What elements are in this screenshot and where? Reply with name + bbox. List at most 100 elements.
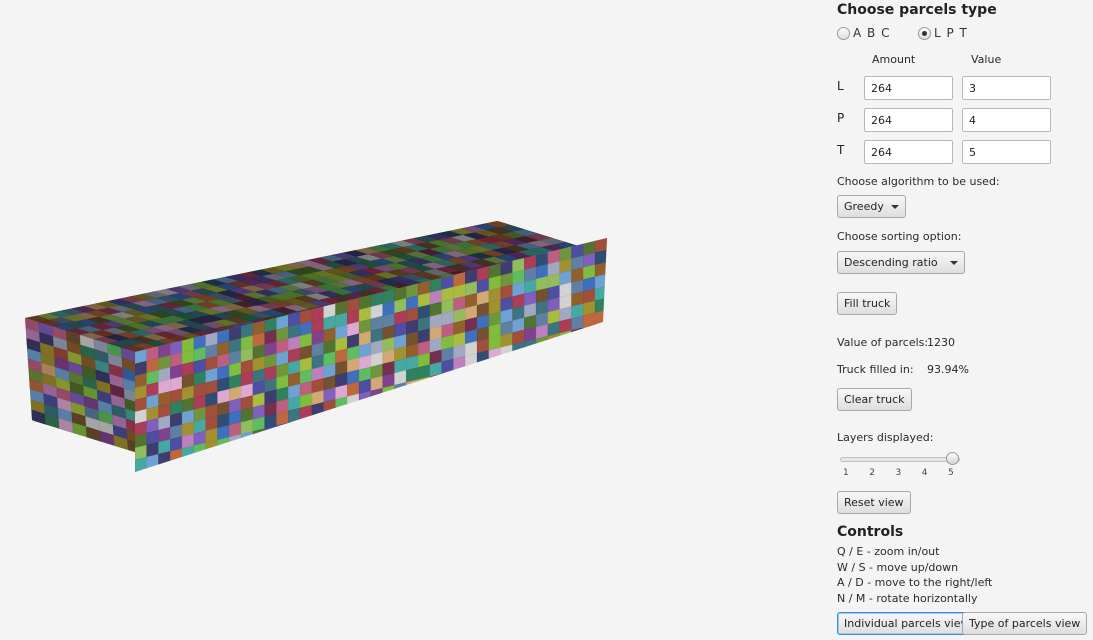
front-parcel-cell <box>441 370 454 387</box>
layers-tick-label: 4 <box>921 468 928 478</box>
front-parcel-cell <box>583 312 596 329</box>
truck-3d-view[interactable] <box>0 0 826 640</box>
front-parcel-cell <box>252 428 266 444</box>
control-zoom: Q / E - zoom in/out <box>837 545 940 558</box>
radio-abc[interactable]: A B C <box>837 26 890 40</box>
layers-slider-thumb[interactable] <box>946 452 959 465</box>
radio-abc-label: A B C <box>853 26 891 40</box>
front-parcel-cell <box>276 422 289 439</box>
type-of-parcels-view-button[interactable]: Type of parcels view <box>962 612 1088 635</box>
amount-header: Amount <box>872 53 916 66</box>
front-parcel-cell <box>382 396 395 413</box>
clear-truck-button[interactable]: Clear truck <box>837 388 912 411</box>
radio-lpt-label: L P T <box>934 26 968 40</box>
algorithm-label: Choose algorithm to be used: <box>837 175 1000 188</box>
3d-viewport[interactable] <box>0 0 826 640</box>
control-rotate: N / M - rotate horizontally <box>837 591 978 605</box>
front-parcel-cell <box>583 324 596 341</box>
value-field-l[interactable] <box>962 76 1051 100</box>
front-parcel-cell <box>429 385 443 402</box>
front-parcel-cell <box>417 388 431 404</box>
front-parcel-cell <box>559 342 572 358</box>
front-parcel-cell <box>229 433 242 450</box>
row-label-t: T <box>837 143 845 157</box>
amount-field-p[interactable] <box>864 108 953 132</box>
reset-view-button[interactable]: Reset view <box>837 491 911 514</box>
individual-parcels-view-button[interactable]: Individual parcels view <box>837 612 977 635</box>
front-parcel-cell <box>205 439 218 456</box>
amount-field-t[interactable] <box>864 140 953 164</box>
front-parcel-cell <box>417 376 431 392</box>
front-parcel-cell <box>559 354 572 370</box>
front-parcel-cell <box>535 347 549 364</box>
front-parcel-cell <box>547 357 561 373</box>
front-parcel-cell <box>193 442 207 459</box>
front-parcel-cell <box>406 379 419 395</box>
front-parcel-cell <box>559 330 572 346</box>
front-parcel-cell <box>347 405 360 422</box>
front-parcel-cell <box>512 341 525 358</box>
front-parcel-cell <box>441 358 454 375</box>
fill-truck-button[interactable]: Fill truck <box>837 292 898 315</box>
front-parcel-cell <box>240 431 254 447</box>
front-parcel-cell <box>264 425 277 441</box>
front-parcel-cell <box>299 404 313 421</box>
sorting-dropdown[interactable]: Descending ratio <box>837 251 965 274</box>
front-parcel-cell <box>181 445 195 461</box>
layers-slider-track <box>840 457 960 462</box>
controls-list: Q / E - zoom in/out W / S - move up/down… <box>837 544 992 606</box>
layers-tick-label: 1 <box>843 468 849 478</box>
front-parcel-cell <box>476 374 490 390</box>
front-parcel-cell <box>500 344 513 360</box>
row-label-l: L <box>837 79 844 93</box>
front-parcel-cell <box>571 327 584 343</box>
front-parcel-cell <box>323 411 336 427</box>
front-parcel-cell <box>500 368 513 384</box>
front-parcel-cell <box>311 402 325 418</box>
front-parcel-cell <box>476 350 490 366</box>
front-parcel-cell <box>547 333 561 349</box>
control-move-leftright: A / D - move to the right/left <box>837 576 993 589</box>
front-parcel-cell <box>347 393 360 410</box>
value-field-p[interactable] <box>962 108 1051 132</box>
parcels-type-title: Choose parcels type <box>837 2 997 18</box>
front-parcel-cell <box>465 364 478 381</box>
front-parcel-cell <box>288 419 301 436</box>
truck-filled-label: Truck filled in: <box>837 363 914 376</box>
front-parcel-cell <box>370 387 384 404</box>
front-parcel-cell <box>535 359 549 376</box>
front-parcel-cell <box>323 399 336 415</box>
front-parcel-cell <box>512 353 525 370</box>
sorting-label: Choose sorting option: <box>837 230 962 243</box>
front-parcel-cell <box>535 335 549 352</box>
front-parcel-cell <box>406 391 419 407</box>
layers-label: Layers displayed: <box>837 431 934 444</box>
algorithm-dropdown[interactable]: Greedy <box>837 195 906 218</box>
front-parcel-cell <box>465 376 478 393</box>
front-parcel-cell <box>488 347 502 363</box>
value-field-t[interactable] <box>962 140 1051 164</box>
front-parcel-cell <box>524 338 537 355</box>
front-parcel-cell <box>594 297 607 314</box>
amount-field-l[interactable] <box>864 76 953 100</box>
radio-lpt[interactable]: L P T <box>918 26 968 40</box>
radio-lpt-indicator[interactable] <box>918 26 931 40</box>
chevron-down-icon <box>949 261 958 265</box>
chevron-down-icon <box>890 205 899 209</box>
front-parcel-cell <box>512 365 525 382</box>
value-of-parcels-label: Value of parcels: <box>837 336 929 349</box>
layers-tick-label: 5 <box>948 468 954 478</box>
front-parcel-cell <box>453 355 466 372</box>
front-parcel-cell <box>488 359 502 375</box>
front-parcel-cell <box>488 371 502 387</box>
front-parcel-cell <box>358 390 372 407</box>
front-parcel-cell <box>429 373 443 390</box>
front-parcel-cell <box>571 351 584 367</box>
front-parcel-cell <box>217 436 230 453</box>
front-parcel-cell <box>594 345 607 362</box>
front-parcel-cell <box>358 402 372 419</box>
front-parcel-cell <box>524 362 537 379</box>
radio-abc-indicator[interactable] <box>837 26 850 40</box>
front-parcel-cell <box>594 285 607 302</box>
controls-title: Controls <box>837 524 904 540</box>
